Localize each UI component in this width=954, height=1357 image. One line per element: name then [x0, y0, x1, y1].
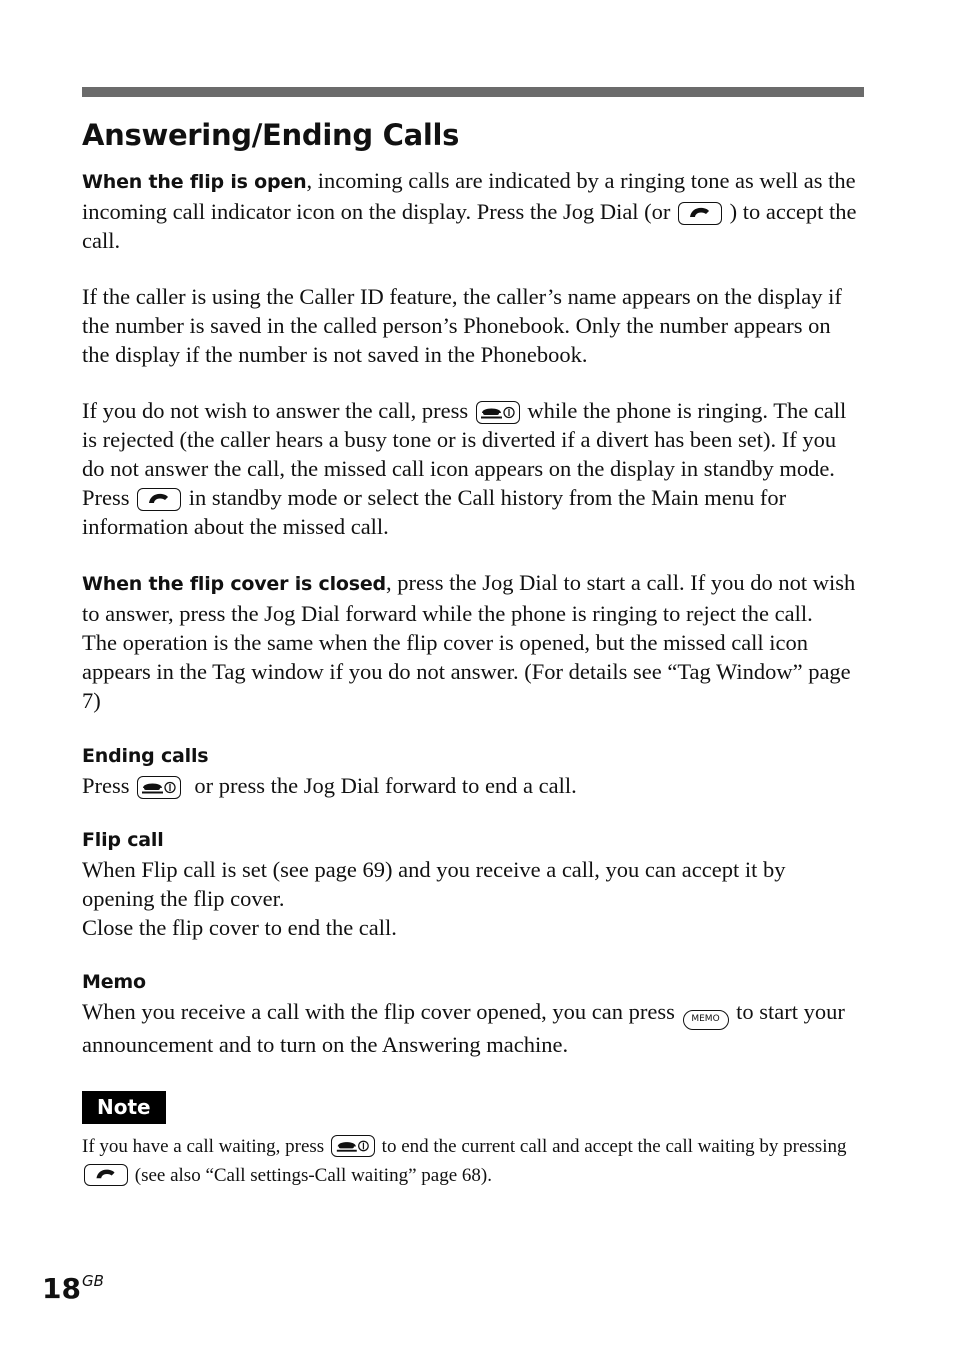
text: (see also “Call settings-Call waiting” p… — [130, 1165, 492, 1186]
text: If you have a call waiting, press — [82, 1136, 329, 1157]
text: in standby mode or select the Call histo… — [82, 485, 787, 539]
page-content: When the flip is open, incoming calls ar… — [82, 166, 862, 1190]
paragraph-flip-call-2: Close the flip cover to end the call. — [82, 915, 397, 940]
heading-flip-call: Flip call — [82, 829, 164, 851]
page-number-value: 18 — [42, 1272, 81, 1305]
end-power-key-icon — [137, 776, 182, 799]
text: to end the current call and accept the c… — [376, 1136, 847, 1157]
paragraph-flip-open: When the flip is open, incoming calls ar… — [82, 166, 862, 255]
header-rule — [82, 87, 864, 97]
paragraph-flip-closed-2: The operation is the same when the flip … — [82, 630, 851, 713]
heading-memo: Memo — [82, 971, 146, 993]
paragraph-memo: When you receive a call with the flip co… — [82, 997, 862, 1059]
send-key-icon — [137, 488, 182, 511]
end-power-key-icon — [330, 1135, 375, 1157]
note-text: If you have a call waiting, press to end… — [82, 1132, 862, 1190]
send-key-icon — [678, 202, 723, 225]
paragraph-flip-call: When Flip call is set (see page 69) and … — [82, 857, 786, 911]
lead-flip-open: When the flip is open — [82, 171, 307, 193]
text: or press the Jog Dial forward to end a c… — [183, 773, 577, 798]
paragraph-reject: If you do not wish to answer the call, p… — [82, 396, 862, 541]
memo-key-icon: MEMO — [682, 1010, 729, 1030]
page-number: 18GB — [42, 1272, 104, 1305]
paragraph-flip-closed: When the flip cover is closed, press the… — [82, 568, 862, 628]
text: Press — [82, 773, 136, 798]
region-code: GB — [81, 1272, 104, 1290]
note-badge: Note — [82, 1091, 166, 1124]
paragraph-ending-calls: Press or press the Jog Dial forward to e… — [82, 771, 862, 800]
text: When you receive a call with the flip co… — [82, 999, 681, 1024]
lead-flip-closed: When the flip cover is closed — [82, 573, 386, 595]
send-key-icon — [84, 1164, 128, 1186]
text: If you do not wish to answer the call, p… — [82, 398, 474, 423]
end-power-key-icon — [475, 401, 520, 424]
paragraph-caller-id: If the caller is using the Caller ID fea… — [82, 284, 842, 367]
page-title: Answering/Ending Calls — [82, 118, 460, 152]
heading-ending-calls: Ending calls — [82, 745, 209, 767]
